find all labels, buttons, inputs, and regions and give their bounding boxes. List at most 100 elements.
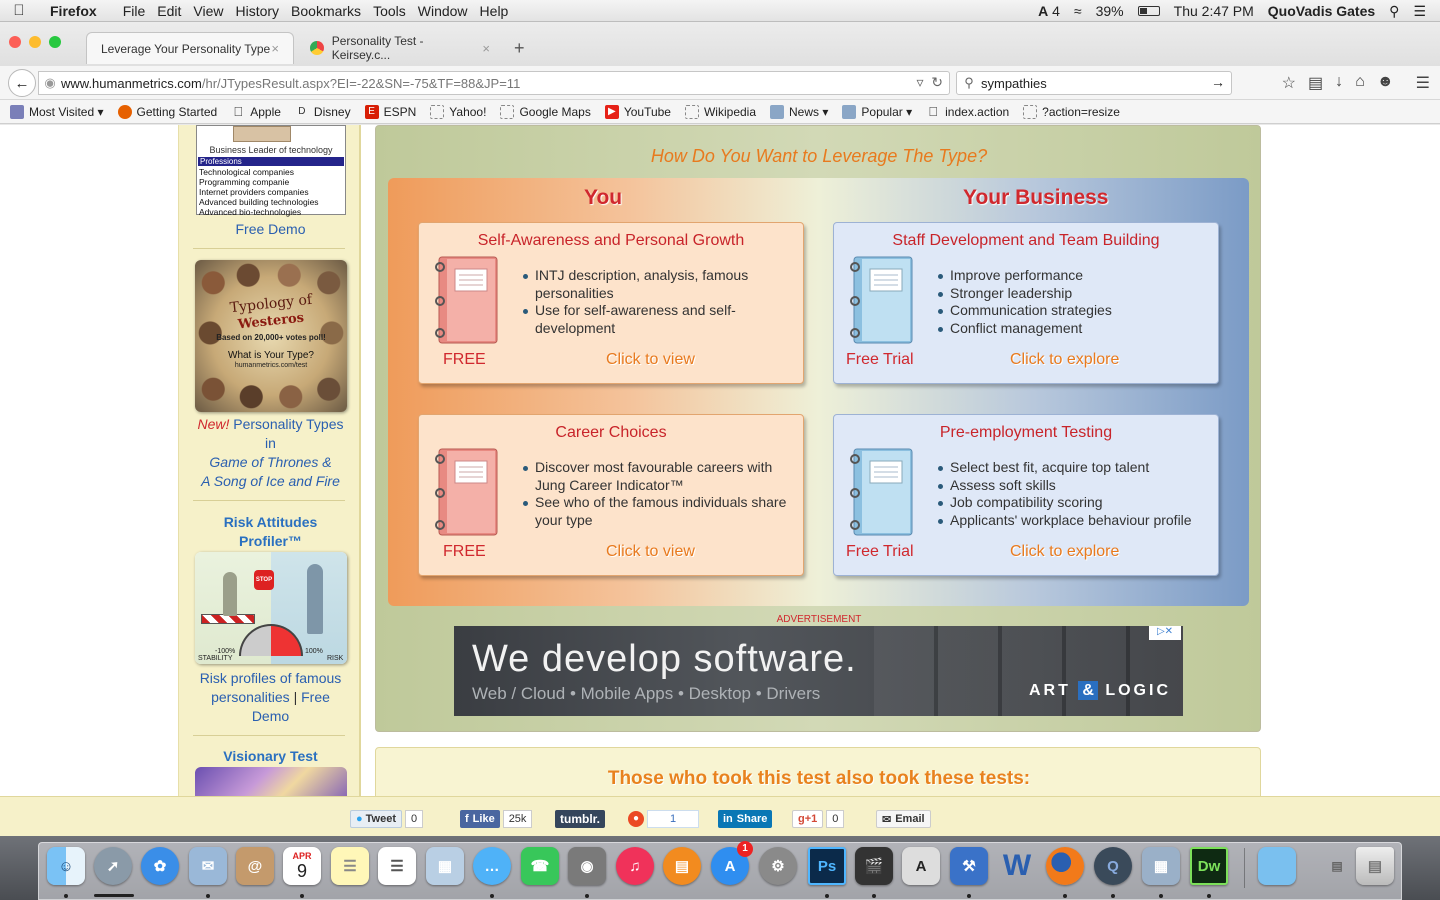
preview-icon[interactable]: ▦	[426, 847, 464, 885]
risk-personalities-link[interactable]: personalities	[211, 689, 290, 705]
mail-icon[interactable]: ✉	[189, 847, 227, 885]
tab-keirsey[interactable]: Personality Test - Keirsey.c... ×	[296, 32, 504, 64]
close-tab-icon[interactable]: ×	[271, 41, 279, 56]
system-preferences-icon[interactable]: ⚙	[759, 847, 797, 885]
google-plus-button[interactable]: g+1	[792, 810, 824, 828]
tweet-share[interactable]: ● Tweet 0	[350, 810, 424, 828]
click-to-explore-link[interactable]: Click to explore	[1010, 543, 1119, 561]
westeros-link[interactable]: New! Personality Types in Game of Throne…	[179, 415, 362, 491]
card-staff-development[interactable]: Staff Development and Team Building Impr…	[833, 222, 1219, 384]
acrobat-icon[interactable]: A	[902, 847, 940, 885]
new-tab-button[interactable]: +	[514, 38, 525, 59]
bookmark-youtube[interactable]: ▶ YouTube	[604, 104, 671, 119]
close-tab-icon[interactable]: ×	[482, 41, 490, 56]
tumblr-share[interactable]: tumblr.	[555, 810, 606, 828]
menu-view[interactable]: View	[193, 3, 235, 19]
facetime-icon[interactable]: ☎	[521, 847, 559, 885]
adobe-status-item[interactable]: A 4	[1038, 3, 1060, 19]
safari-icon[interactable]: ✿	[141, 847, 179, 885]
dropdown-history-icon[interactable]: ▿	[916, 74, 923, 90]
stumbleupon-share[interactable]: ● 1	[628, 810, 699, 828]
linkedin-share[interactable]: in Share	[718, 810, 773, 828]
ad-choices-close-icon[interactable]: ▷✕	[1149, 626, 1181, 640]
search-input[interactable]: sympathies	[981, 76, 1047, 91]
zoom-window-button[interactable]	[49, 36, 61, 48]
wifi-icon[interactable]: ≈	[1074, 3, 1082, 19]
menu-window[interactable]: Window	[418, 3, 480, 19]
firefox-dock-icon[interactable]	[1046, 847, 1084, 885]
bookmark-action-resize[interactable]: ?action=resize	[1023, 104, 1120, 119]
visionary-test-image[interactable]	[195, 767, 347, 796]
bookmark-getting-started[interactable]: Getting Started	[117, 104, 217, 119]
spotlight-search-icon[interactable]: ⚲	[1389, 3, 1399, 20]
apple-menu-icon[interactable]: 	[0, 2, 50, 19]
card-career-choices[interactable]: Career Choices Discover most favourable …	[418, 414, 804, 576]
card-pre-employment[interactable]: Pre-employment Testing Select best fit, …	[833, 414, 1219, 576]
app-menu-firefox[interactable]: Firefox	[50, 3, 109, 19]
bookmark-disney[interactable]: D Disney	[295, 105, 350, 119]
finder-icon[interactable]: ☺	[47, 847, 85, 885]
menubar-user[interactable]: QuoVadis Gates	[1268, 3, 1375, 19]
reminders-icon[interactable]: ☰	[378, 847, 416, 885]
launchpad-icon[interactable]: ➚	[94, 847, 132, 885]
menu-bookmarks[interactable]: Bookmarks	[291, 3, 373, 19]
calendar-icon[interactable]: APR 9	[283, 847, 321, 885]
bookmark-yahoo[interactable]: Yahoo!	[430, 104, 486, 119]
card-self-awareness[interactable]: Self-Awareness and Personal Growth INTJ …	[418, 222, 804, 384]
facebook-like-button[interactable]: f Like	[460, 810, 500, 828]
photoshop-icon[interactable]: Ps	[808, 847, 846, 885]
click-to-view-link[interactable]: Click to view	[606, 351, 695, 369]
risk-free-link[interactable]: Free	[301, 689, 330, 705]
risk-desc-1[interactable]: Risk profiles of famous	[179, 669, 362, 688]
minimize-window-button[interactable]	[29, 36, 41, 48]
reload-icon[interactable]: ↻	[931, 74, 943, 90]
ibooks-icon[interactable]: ▤	[663, 847, 701, 885]
quicktime-icon[interactable]: Q	[1094, 847, 1132, 885]
tab-leverage[interactable]: Leverage Your Personality Type ×	[86, 32, 294, 64]
url-bar[interactable]: ◉ www.humanmetrics.com/hr/JTypesResult.a…	[38, 71, 950, 95]
dreamweaver-icon[interactable]: Dw	[1190, 847, 1228, 885]
battery-icon[interactable]	[1137, 6, 1160, 16]
bookmarks-menu-icon[interactable]: ▤	[1308, 73, 1323, 93]
google-plus-share[interactable]: g+1 0	[792, 810, 845, 828]
notes-icon[interactable]: ☰	[331, 847, 369, 885]
facebook-like-share[interactable]: f Like 25k	[460, 810, 533, 828]
email-share[interactable]: ✉ Email	[876, 810, 931, 828]
final-cut-icon[interactable]: 🎬	[855, 847, 893, 885]
bookmark-star-icon[interactable]: ☆	[1282, 73, 1296, 93]
menu-file[interactable]: File	[123, 3, 158, 19]
bookmark-apple[interactable]:  Apple	[231, 104, 281, 119]
itunes-icon[interactable]: ♫	[616, 847, 654, 885]
free-demo-link[interactable]: Free Demo	[179, 220, 362, 239]
app-store-icon[interactable]: A1	[711, 841, 753, 885]
folder-stack-icon[interactable]	[1258, 847, 1296, 885]
ad-banner[interactable]: We develop software. Web / Cloud • Mobil…	[454, 626, 1183, 716]
menubar-clock[interactable]: Thu 2:47 PM	[1174, 3, 1254, 19]
search-go-icon[interactable]: →	[1211, 74, 1225, 90]
image-capture-icon[interactable]: ▦	[1142, 847, 1180, 885]
bookmark-folder-news[interactable]: News ▾	[770, 104, 828, 119]
photo-booth-icon[interactable]: ◉	[568, 847, 606, 885]
battery-percent[interactable]: 39%	[1096, 3, 1124, 19]
risk-profiler-title[interactable]: Risk Attitudes Profiler™	[179, 513, 362, 551]
bookmark-wikipedia[interactable]: Wikipedia	[684, 104, 756, 119]
site-identity-icon[interactable]: ◉	[39, 75, 61, 91]
bookmark-google-maps[interactable]: Google Maps	[500, 104, 591, 119]
menu-edit[interactable]: Edit	[157, 3, 193, 19]
tumblr-button[interactable]: tumblr.	[555, 810, 606, 828]
downloads-icon[interactable]: ↓	[1335, 73, 1343, 93]
menu-help[interactable]: Help	[480, 3, 521, 19]
close-window-button[interactable]	[9, 36, 21, 48]
click-to-explore-link[interactable]: Click to explore	[1010, 351, 1119, 369]
professions-widget[interactable]: Business Leader of technology Profession…	[196, 125, 346, 217]
tweet-button[interactable]: ● Tweet	[350, 810, 403, 828]
xcode-icon[interactable]: ⚒	[950, 847, 988, 885]
risk-demo-link[interactable]: Demo	[179, 707, 362, 726]
linkedin-share-button[interactable]: in Share	[718, 810, 773, 828]
contacts-icon[interactable]: @	[236, 847, 274, 885]
hello-chat-icon[interactable]: ☻	[1377, 73, 1394, 93]
visionary-test-link[interactable]: Visionary Test	[179, 747, 362, 766]
menu-history[interactable]: History	[235, 3, 291, 19]
bookmark-folder-popular[interactable]: Popular ▾	[842, 104, 912, 119]
notification-center-icon[interactable]: ☰	[1413, 3, 1426, 20]
